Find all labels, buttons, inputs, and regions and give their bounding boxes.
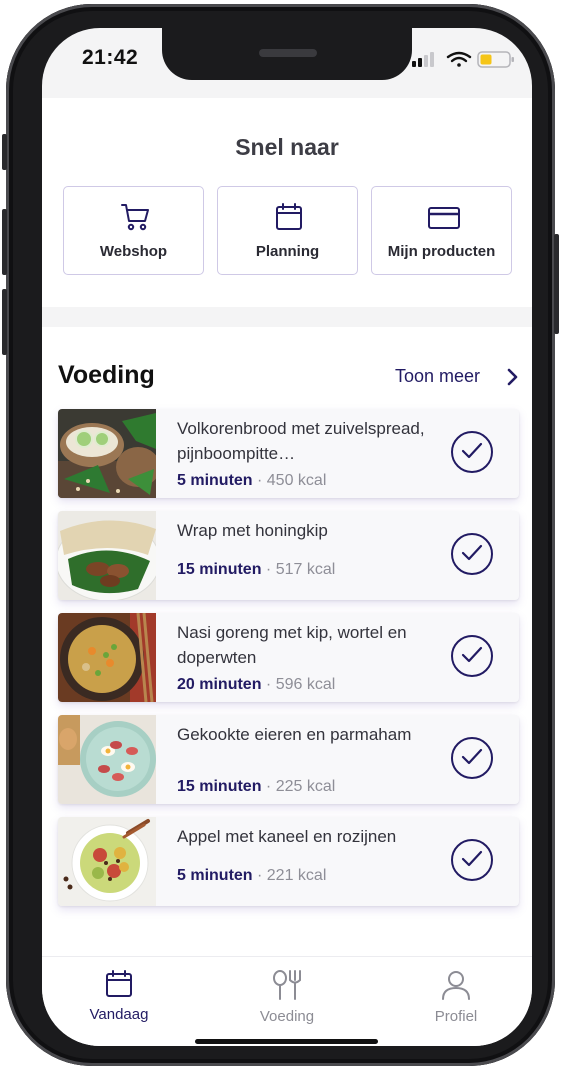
speaker xyxy=(259,49,317,57)
meal-meta: 5 minuten · 221 kcal xyxy=(177,867,326,885)
card-icon xyxy=(428,207,460,229)
check-button[interactable] xyxy=(451,737,493,779)
meal-time: 5 minuten xyxy=(177,472,253,489)
tab-label: Vandaag xyxy=(89,1006,149,1023)
meal-kcal: 450 kcal xyxy=(266,472,327,489)
meal-meta: 5 minuten · 450 kcal xyxy=(177,472,326,490)
meal-photo xyxy=(58,511,156,600)
power-button xyxy=(554,234,559,334)
meta-separator: · xyxy=(261,676,276,693)
tab-label: Profiel xyxy=(434,1008,478,1025)
meal-title: Appel met kaneel en rozijnen xyxy=(177,827,397,846)
checkmark-icon xyxy=(461,646,483,663)
quick-links-title: Snel naar xyxy=(235,134,339,160)
tab-bar: Vandaag Voeding Profiel xyxy=(42,956,532,1046)
check-button[interactable] xyxy=(451,635,493,677)
meal-card[interactable]: Gekookte eieren en parmaham 15 minuten ·… xyxy=(58,715,519,804)
voeding-section: Voeding Toon meer Volkorenbrood met zuiv… xyxy=(42,327,532,957)
person-icon xyxy=(442,971,470,1000)
meta-separator: · xyxy=(252,472,267,489)
meal-photo xyxy=(58,409,156,498)
checkmark-icon xyxy=(461,442,483,459)
check-button[interactable] xyxy=(451,533,493,575)
volume-up-button xyxy=(2,209,7,275)
meal-card[interactable]: Nasi goreng met kip, wortel en doperwten… xyxy=(58,613,519,702)
meal-title: Wrap met honingkip xyxy=(177,521,328,540)
meal-kcal: 596 kcal xyxy=(275,676,336,693)
tab-label: Voeding xyxy=(259,1008,315,1025)
calendar-icon xyxy=(106,970,132,997)
cart-icon xyxy=(121,204,149,231)
battery-icon xyxy=(477,51,514,68)
meal-time: 5 minuten xyxy=(177,867,253,884)
notch xyxy=(162,28,412,80)
meal-meta: 15 minuten · 517 kcal xyxy=(177,561,335,579)
webshop-button[interactable]: Webshop xyxy=(63,186,204,275)
planning-label: Planning xyxy=(255,243,320,260)
tab-vandaag[interactable]: Vandaag xyxy=(64,969,174,1023)
meal-kcal: 225 kcal xyxy=(275,778,336,795)
calendar-icon xyxy=(276,203,302,230)
cutlery-icon xyxy=(273,970,301,1000)
home-indicator xyxy=(195,1039,378,1044)
mijn-producten-label: Mijn producten xyxy=(387,243,496,260)
meal-kcal: 221 kcal xyxy=(266,867,327,884)
planning-button[interactable]: Planning xyxy=(217,186,358,275)
mute-switch xyxy=(2,134,7,170)
status-time: 21:42 xyxy=(82,46,139,69)
meal-time: 20 minuten xyxy=(177,676,262,693)
meal-photo xyxy=(58,817,156,906)
checkmark-icon xyxy=(461,748,483,765)
toon-meer-link[interactable]: Toon meer xyxy=(395,366,480,387)
volume-down-button xyxy=(2,289,7,355)
webshop-label: Webshop xyxy=(99,243,168,260)
meal-meta: 20 minuten · 596 kcal xyxy=(177,676,335,694)
meal-time: 15 minuten xyxy=(177,561,262,578)
screen: 21:42 Snel naar Webshop Planning Mijn pr… xyxy=(42,28,532,1046)
meal-card[interactable]: Volkorenbrood met zuivelspread, pijnboom… xyxy=(58,409,519,498)
meal-time: 15 minuten xyxy=(177,778,262,795)
quick-links-section: Snel naar Webshop Planning Mijn producte… xyxy=(42,98,532,307)
check-button[interactable] xyxy=(451,431,493,473)
tab-profiel[interactable]: Profiel xyxy=(401,969,511,1025)
tab-voeding[interactable]: Voeding xyxy=(232,969,342,1025)
meal-photo xyxy=(58,715,156,804)
meta-separator: · xyxy=(261,778,276,795)
meal-photo xyxy=(58,613,156,702)
meal-card[interactable]: Wrap met honingkip 15 minuten · 517 kcal xyxy=(58,511,519,600)
meal-title: Nasi goreng met kip, wortel en doperwten xyxy=(177,623,407,667)
meal-kcal: 517 kcal xyxy=(275,561,336,578)
checkmark-icon xyxy=(461,850,483,867)
meal-card[interactable]: Appel met kaneel en rozijnen 5 minuten ·… xyxy=(58,817,519,906)
chevron-right-icon[interactable] xyxy=(505,367,521,387)
voeding-title: Voeding xyxy=(58,361,155,389)
meta-separator: · xyxy=(261,561,276,578)
wifi-icon xyxy=(446,51,472,67)
mijn-producten-button[interactable]: Mijn producten xyxy=(371,186,512,275)
checkmark-icon xyxy=(461,544,483,561)
meta-separator: · xyxy=(252,867,267,884)
status-icons xyxy=(412,50,522,68)
meal-title: Gekookte eieren en parmaham xyxy=(177,725,412,744)
phone-frame: 21:42 Snel naar Webshop Planning Mijn pr… xyxy=(2,4,559,1066)
meal-title: Volkorenbrood met zuivelspread, pijnboom… xyxy=(177,419,425,463)
check-button[interactable] xyxy=(451,839,493,881)
signal-icon xyxy=(412,52,434,67)
meal-meta: 15 minuten · 225 kcal xyxy=(177,778,335,796)
